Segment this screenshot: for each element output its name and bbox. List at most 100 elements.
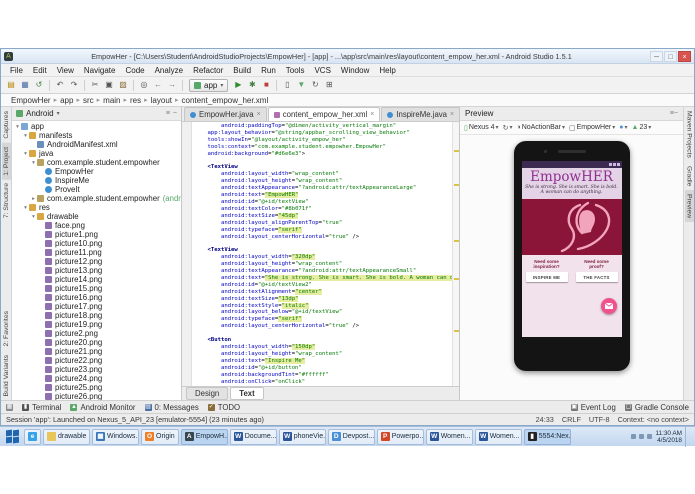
- status-widget-crlf[interactable]: CRLF: [562, 415, 581, 424]
- debug-icon[interactable]: ✱: [246, 79, 258, 91]
- file-explorer-button[interactable]: drawable: [43, 428, 90, 445]
- code-line[interactable]: [194, 240, 452, 247]
- status-widget-context-no-context[interactable]: Context: <no context>: [618, 415, 689, 424]
- tree-item-picture25-png[interactable]: picture25.png: [12, 383, 181, 392]
- tree-item-picture19-png[interactable]: picture19.png: [12, 320, 181, 329]
- tree-item-com-example-student-empowher[interactable]: ▾ com.example.student.empowher: [12, 158, 181, 167]
- tool-stripe-preview[interactable]: Preview: [684, 190, 694, 223]
- tree-item-picture10-png[interactable]: picture10.png: [12, 239, 181, 248]
- tool-stripe-build-variants[interactable]: Build Variants: [2, 351, 11, 400]
- tree-item-empowher[interactable]: EmpowHer: [12, 167, 181, 176]
- code-line[interactable]: android:background="#d6e6e3">: [194, 151, 452, 158]
- tree-item-picture1-png[interactable]: picture1.png: [12, 230, 181, 239]
- sdk-manager-icon[interactable]: ▼: [295, 79, 307, 91]
- code-line[interactable]: tools:showIn="@layout/activity_empow_her…: [194, 137, 452, 144]
- code-line[interactable]: android:layout_centerHorizontal="true" /…: [194, 323, 452, 330]
- theme-select[interactable]: ◑ NoActionBar ▾: [516, 124, 565, 131]
- tree-item-picture22-png[interactable]: picture22.png: [12, 356, 181, 365]
- tool-stripe-1-project[interactable]: 1: Project: [1, 142, 11, 180]
- code-line[interactable]: android:layout_height="wrap_content": [194, 178, 452, 185]
- word-women-button[interactable]: W Women...: [425, 428, 473, 445]
- tree-item-java[interactable]: ▾ java: [12, 149, 181, 158]
- code-line[interactable]: android:layout_height="wrap_content": [194, 351, 452, 358]
- tree-item-drawable[interactable]: ▾ drawable: [12, 212, 181, 221]
- find-icon[interactable]: ◎: [138, 79, 150, 91]
- hide-panel-icon[interactable]: −: [173, 110, 177, 117]
- tree-item-picture2-png[interactable]: picture2.png: [12, 329, 181, 338]
- tree-item-picture15-png[interactable]: picture15.png: [12, 284, 181, 293]
- tray-arrow-icon[interactable]: [631, 434, 637, 439]
- back-icon[interactable]: ←: [152, 79, 164, 91]
- tree-item-manifests[interactable]: ▾ manifests: [12, 131, 181, 140]
- code-line[interactable]: android:layout_width="150dp": [194, 344, 452, 351]
- devpost-button[interactable]: D Devpost...: [327, 428, 375, 445]
- code-line[interactable]: app:layout_behavior="@string/appbar_scro…: [194, 130, 452, 137]
- tool-stripe-2-favorites[interactable]: 2: Favorites: [2, 307, 11, 351]
- editor-tab-inspireme-java[interactable]: InspireMe.java ×: [381, 107, 461, 121]
- menu-item-window[interactable]: Window: [336, 66, 374, 75]
- word-document-button[interactable]: W Docume...: [229, 428, 277, 445]
- breadcrumb-item-layout[interactable]: layout: [149, 96, 174, 105]
- api-level-select[interactable]: ▲ 23 ▾: [632, 124, 652, 131]
- tree-item-face-png[interactable]: face.png: [12, 221, 181, 230]
- menu-item-run[interactable]: Run: [256, 66, 281, 75]
- menu-item-build[interactable]: Build: [228, 66, 256, 75]
- code-line[interactable]: android:textColor="#8b071f": [194, 206, 452, 213]
- origin-button[interactable]: O Origin: [141, 428, 179, 445]
- code-line[interactable]: tools:context="com.example.student.empow…: [194, 144, 452, 151]
- code-line[interactable]: android:textAppearance="?android:attr/te…: [194, 185, 452, 192]
- todo-button[interactable]: ✓ TODO: [207, 403, 240, 412]
- tree-item-picture14-png[interactable]: picture14.png: [12, 275, 181, 284]
- tool-stripe-maven-projects[interactable]: Maven Projects: [685, 107, 694, 162]
- error-stripe-scrollbar[interactable]: [452, 122, 459, 386]
- code-line[interactable]: android:paddingTop="@dimen/activity_vert…: [194, 123, 452, 130]
- menu-item-vcs[interactable]: VCS: [309, 66, 335, 75]
- code-line[interactable]: android:typeface="serif": [194, 316, 452, 323]
- menu-item-tools[interactable]: Tools: [281, 66, 310, 75]
- tree-item-res[interactable]: ▾ res: [12, 203, 181, 212]
- title-bar[interactable]: A EmpowHer - [C:\Users\Student\AndroidSt…: [1, 49, 694, 64]
- code-line[interactable]: android:backgroundTint="#ffffff": [194, 372, 452, 379]
- tree-item-picture12-png[interactable]: picture12.png: [12, 257, 181, 266]
- menu-item-help[interactable]: Help: [374, 66, 400, 75]
- messages-button[interactable]: ▤ 0: Messages: [144, 403, 199, 412]
- code-line[interactable]: android:textSize="45dp": [194, 212, 452, 220]
- windows-app-button[interactable]: ▦ Windows...: [92, 428, 139, 445]
- word-women2-button[interactable]: W Women...: [474, 428, 522, 445]
- tree-item-picture26-png[interactable]: picture26.png: [12, 392, 181, 400]
- tree-item-picture13-png[interactable]: picture13.png: [12, 266, 181, 275]
- code-line[interactable]: android:textAlignment="center": [194, 288, 452, 296]
- tray-network-icon[interactable]: [639, 434, 645, 439]
- code-line[interactable]: android:id="@+id/textView": [194, 199, 452, 206]
- breadcrumb-item-res[interactable]: res: [128, 96, 143, 105]
- code-line[interactable]: [194, 158, 452, 165]
- run-icon[interactable]: ▶: [232, 79, 244, 91]
- maximize-button[interactable]: □: [664, 50, 677, 62]
- menu-item-view[interactable]: View: [52, 66, 79, 75]
- tree-item-picture21-png[interactable]: picture21.png: [12, 347, 181, 356]
- run-configuration-select[interactable]: app ▾: [189, 78, 229, 92]
- close-icon[interactable]: ×: [370, 111, 374, 118]
- word-phoneview-button[interactable]: WphoneVie...: [278, 428, 326, 445]
- terminal-button[interactable]: ▮ Terminal: [22, 403, 61, 412]
- tree-item-inspireme[interactable]: InspireMe: [12, 176, 181, 185]
- close-button[interactable]: ×: [678, 50, 691, 62]
- minimize-button[interactable]: ─: [650, 50, 663, 62]
- code-line[interactable]: <Button: [194, 337, 452, 344]
- tool-stripe-captures[interactable]: Captures: [2, 107, 11, 143]
- close-icon[interactable]: ×: [450, 111, 454, 118]
- code-line[interactable]: android:layout_alignParentTop="true": [194, 220, 452, 227]
- internet-explorer-button[interactable]: e: [24, 428, 41, 445]
- tree-item-com-example-student-empowher[interactable]: ▸ com.example.student.empowher(androidTes…: [12, 194, 181, 203]
- gradle-sync-icon[interactable]: ↻: [309, 79, 321, 91]
- tree-item-picture24-png[interactable]: picture24.png: [12, 374, 181, 383]
- breadcrumb-item-main[interactable]: main: [101, 96, 122, 105]
- code-line[interactable]: android:textStyle="italic": [194, 302, 452, 310]
- code-line[interactable]: android:layout_width="320dp": [194, 254, 452, 261]
- breadcrumb-item-content-empow-her-xml[interactable]: content_empow_her.xml: [180, 96, 271, 105]
- code-text[interactable]: android:paddingTop="@dimen/activity_vert…: [192, 122, 452, 386]
- tree-item-picture18-png[interactable]: picture18.png: [12, 311, 181, 320]
- undo-icon[interactable]: ↶: [54, 79, 66, 91]
- event-log-button[interactable]: ▣ Event Log: [570, 403, 616, 412]
- code-line[interactable]: android:id="@+id/textView2": [194, 282, 452, 289]
